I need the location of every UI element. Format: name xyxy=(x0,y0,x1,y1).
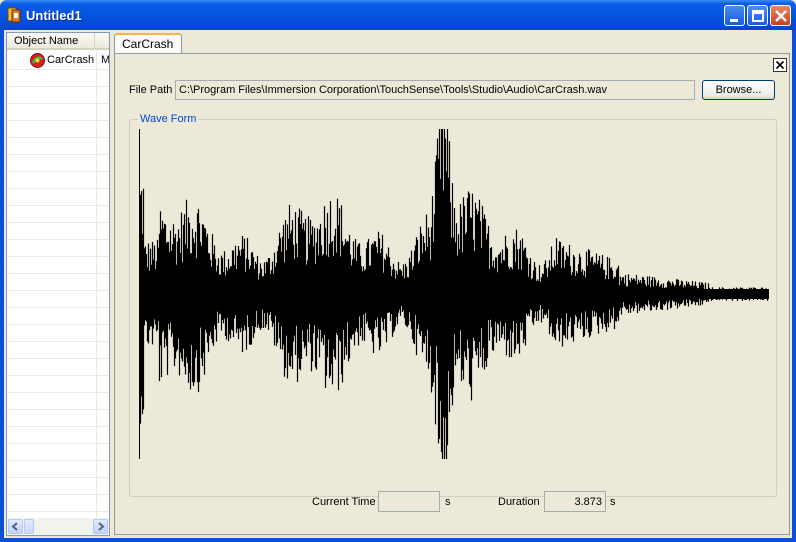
current-time-field[interactable] xyxy=(378,491,440,512)
column-header-2[interactable] xyxy=(96,33,109,50)
list-item-name: CarCrash xyxy=(47,54,95,66)
object-list[interactable]: Object Name CarCrash M xyxy=(6,32,110,536)
maximize-icon xyxy=(752,10,764,22)
waveform-center-band xyxy=(139,289,769,299)
waveform-group: Wave Form xyxy=(129,113,777,497)
duration-unit: s xyxy=(610,496,616,508)
waveform-legend: Wave Form xyxy=(138,113,199,125)
close-panel-button[interactable] xyxy=(773,58,787,72)
column-separator xyxy=(96,52,97,532)
chevron-right-icon xyxy=(98,522,105,531)
scroll-right-button[interactable] xyxy=(93,519,108,534)
title-bar[interactable]: Untitled1 xyxy=(0,0,796,30)
effect-panel: File Path C:\Program Files\Immersion Cor… xyxy=(114,53,790,535)
list-item[interactable]: CarCrash M xyxy=(7,52,110,69)
close-window-button[interactable] xyxy=(770,5,791,26)
close-icon xyxy=(775,60,785,70)
app-icon xyxy=(7,7,21,23)
app-window: Untitled1 Object Name CarCrash M CarCras… xyxy=(0,0,796,542)
list-header: Object Name xyxy=(7,33,109,50)
chevron-left-icon xyxy=(11,522,18,531)
browse-button[interactable]: Browse... xyxy=(702,80,775,100)
effect-icon xyxy=(30,53,45,68)
waveform-display[interactable] xyxy=(139,129,769,459)
column-header-object-name[interactable]: Object Name xyxy=(7,33,95,50)
scroll-left-button[interactable] xyxy=(8,519,23,534)
window-title: Untitled1 xyxy=(26,8,82,23)
scroll-thumb[interactable] xyxy=(24,519,34,534)
minimize-icon xyxy=(730,19,738,22)
tab-carcrash[interactable]: CarCrash xyxy=(114,33,182,54)
duration-label: Duration xyxy=(498,496,540,508)
minimize-button[interactable] xyxy=(724,5,745,26)
current-time-label: Current Time xyxy=(312,496,376,508)
current-time-unit: s xyxy=(445,496,451,508)
close-icon xyxy=(775,10,787,22)
file-path-field[interactable]: C:\Program Files\Immersion Corporation\T… xyxy=(175,80,695,100)
maximize-button[interactable] xyxy=(747,5,768,26)
client-area: Object Name CarCrash M CarCrash File Pat… xyxy=(4,30,792,538)
horizontal-scrollbar[interactable] xyxy=(7,518,109,535)
duration-field: 3.873 xyxy=(544,491,606,512)
file-path-label: File Path xyxy=(129,84,173,96)
list-item-col2: M xyxy=(101,54,110,66)
